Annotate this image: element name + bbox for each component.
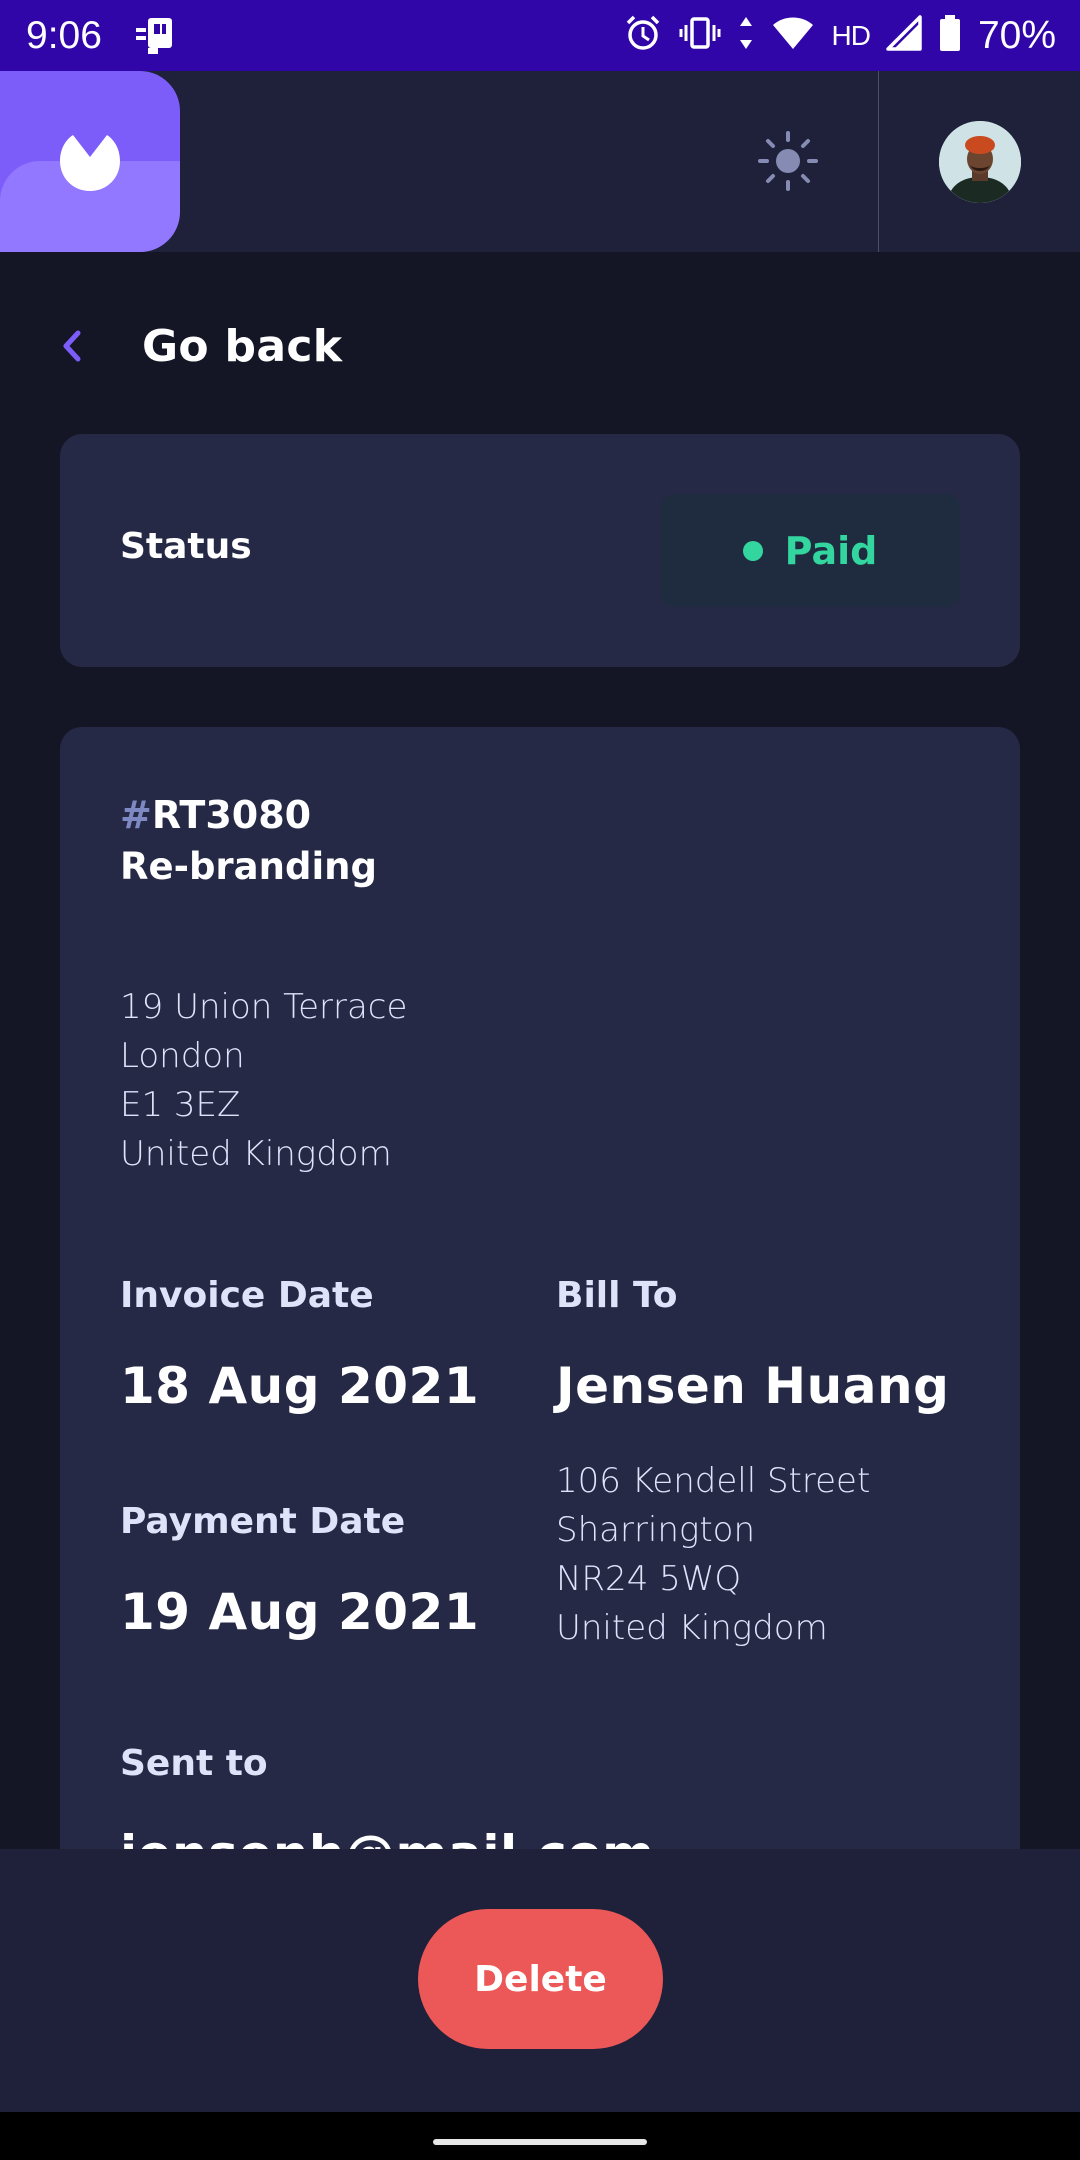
header-divider [878,71,879,252]
status-icons: HD 70% [623,13,1056,58]
wifi-icon [771,13,815,58]
app-logo-icon [60,131,120,195]
vibrate-icon [679,13,721,58]
client-country: United Kingdom [556,1608,828,1648]
status-badge: Paid [660,494,960,607]
payment-date-label: Payment Date [120,1501,406,1542]
sender-post-code: E1 3EZ [120,1085,241,1125]
status-time: 9:06 [26,13,102,57]
system-nav-bar [0,2112,1080,2160]
client-street: 106 Kendell Street [556,1461,871,1501]
go-back-link[interactable]: Go back [60,316,342,376]
status-dot-icon [742,540,763,561]
sender-street: 19 Union Terrace [120,987,408,1027]
client-city: Sharrington [556,1510,756,1550]
battery-percent: 70% [977,13,1056,57]
bottom-action-bar: Delete [0,1849,1080,2112]
sender-city: London [120,1036,245,1076]
sun-icon[interactable] [758,131,818,191]
sent-to-label: Sent to [120,1743,268,1784]
invoice-description: Re-branding [120,845,377,888]
sim-card-icon [134,16,178,56]
invoice-id: #RT3080 [120,793,311,837]
sender-country: United Kingdom [120,1134,392,1174]
home-gesture-handle[interactable] [433,2139,647,2145]
invoice-detail-screen: 9:06 HD 70% Go back Status Paid #RT3080 … [0,0,1080,2160]
status-bar: 9:06 HD 70% [0,0,1080,71]
app-logo[interactable] [0,71,180,252]
invoice-date-label: Invoice Date [120,1275,374,1316]
signal-icon [886,13,922,58]
user-avatar[interactable] [939,121,1021,203]
alarm-icon [623,13,663,58]
delete-button[interactable]: Delete [418,1909,663,2049]
app-header [0,71,1080,252]
sender-address: 19 Union Terrace London E1 3EZ United Ki… [120,983,407,1179]
go-back-label: Go back [142,320,343,372]
chevron-left-icon [60,329,84,363]
client-name: Jensen Huang [556,1357,950,1415]
status-card: Status Paid [60,434,1020,667]
invoice-details-card: #RT3080 Re-branding 19 Union Terrace Lon… [60,727,1020,1927]
payment-date-value: 19 Aug 2021 [120,1583,480,1641]
bill-to-label: Bill To [556,1275,678,1316]
client-address: 106 Kendell Street Sharrington NR24 5WQ … [556,1457,870,1653]
invoice-id-hash: # [120,793,152,837]
battery-icon [938,13,962,58]
invoice-id-value: RT3080 [151,793,312,837]
status-badge-text: Paid [784,528,878,573]
data-arrows-icon [737,13,755,58]
status-label: Status [120,526,252,567]
invoice-date-value: 18 Aug 2021 [120,1357,480,1415]
client-post-code: NR24 5WQ [556,1559,742,1599]
network-type: HD [831,19,870,51]
